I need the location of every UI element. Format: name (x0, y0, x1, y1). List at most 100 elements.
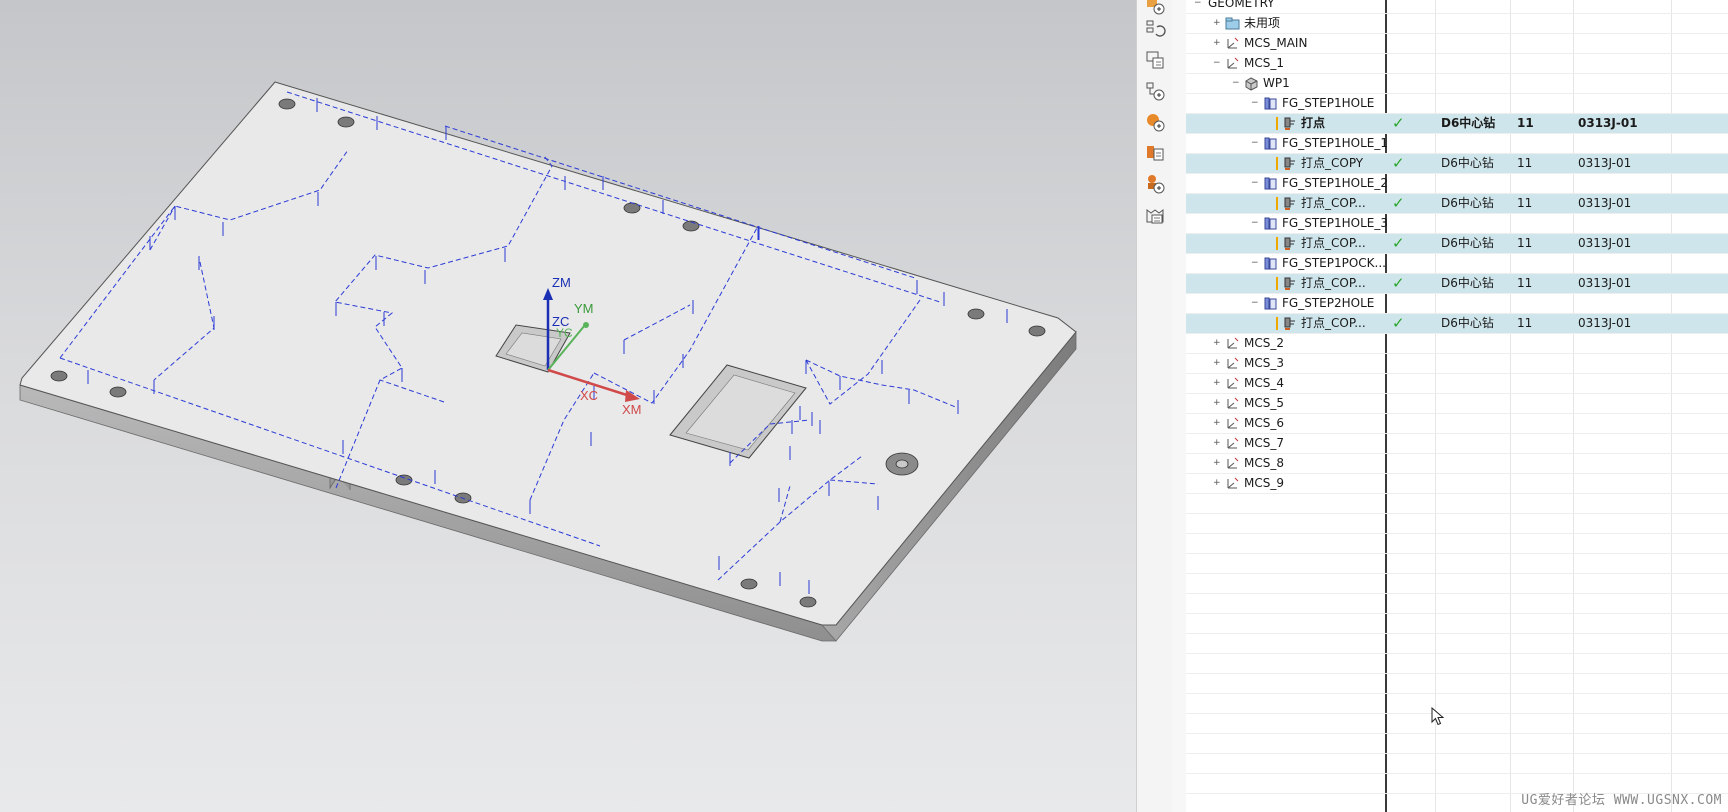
method-view-icon[interactable] (1141, 140, 1169, 166)
expand-toggle-icon[interactable]: − (1251, 299, 1259, 308)
part-model: ZM YM ZC YC XC XM (19, 81, 1077, 642)
drill-operation-icon (1284, 117, 1295, 130)
resource-toolbar (1136, 0, 1173, 812)
tree-row[interactable]: + MCS_8 (1186, 454, 1728, 474)
triad-label-xm: XM (622, 402, 642, 417)
operation-row[interactable]: 打点_COP... ✓ D6中心钻 11 0313J-01 (1186, 314, 1728, 334)
feature-group-icon (1264, 297, 1277, 310)
tree-row[interactable]: − FG_STEP1HOLE_2 (1186, 174, 1728, 194)
empty-row (1186, 714, 1728, 734)
operation-row[interactable]: 打点_COP... ✓ D6中心钻 11 0313J-01 (1186, 274, 1728, 294)
operation-navigator: − GEOMETRY + 未用项 + MCS_MAIN − MCS_1− WP1− FG_STEP… (1186, 0, 1728, 812)
expand-toggle-icon[interactable]: + (1213, 419, 1221, 428)
panel-divider[interactable] (1172, 0, 1187, 812)
triad-label-yc: YC (556, 326, 573, 340)
tree-row[interactable]: − FG_STEP1HOLE (1186, 94, 1728, 114)
machine-tool-icon[interactable] (1141, 202, 1169, 228)
program-cell: 0313J-01 (1578, 236, 1632, 250)
expand-toggle-icon[interactable]: + (1213, 379, 1221, 388)
tree-row[interactable]: − GEOMETRY (1186, 0, 1728, 14)
operation-row[interactable]: 打点_COP... ✓ D6中心钻 11 0313J-01 (1186, 194, 1728, 214)
regenerate-warning-icon (1276, 317, 1278, 330)
expand-toggle-icon[interactable]: − (1251, 259, 1259, 268)
tool-cell: D6中心钻 (1441, 236, 1494, 250)
expand-toggle-icon[interactable]: + (1213, 399, 1221, 408)
geometry-view-icon[interactable] (1141, 78, 1169, 104)
tree-row[interactable]: − WP1 (1186, 74, 1728, 94)
empty-row (1186, 494, 1728, 514)
tool-cell: D6中心钻 (1441, 116, 1496, 130)
expand-toggle-icon[interactable]: + (1213, 39, 1221, 48)
mcs-icon (1227, 397, 1239, 409)
tree-row[interactable]: + MCS_3 (1186, 354, 1728, 374)
tree-row[interactable]: + MCS_4 (1186, 374, 1728, 394)
status-check-icon: ✓ (1392, 194, 1405, 212)
tree-row[interactable]: − FG_STEP1HOLE_3 (1186, 214, 1728, 234)
expand-toggle-icon[interactable]: − (1251, 99, 1259, 108)
tree-item-label: MCS_2 (1244, 336, 1284, 350)
expand-toggle-icon[interactable]: − (1213, 59, 1221, 68)
regenerate-warning-icon (1276, 237, 1278, 250)
tree-item-label: MCS_3 (1244, 356, 1284, 370)
tree-item-label: MCS_8 (1244, 456, 1284, 470)
tree-item-label: MCS_MAIN (1244, 36, 1308, 50)
tree-item-label: 未用项 (1244, 16, 1281, 30)
feature-group-icon (1264, 217, 1277, 230)
tree-row[interactable]: + MCS_7 (1186, 434, 1728, 454)
refresh-icon[interactable] (1141, 16, 1169, 42)
expand-toggle-icon[interactable]: + (1213, 459, 1221, 468)
feature-group-icon (1264, 97, 1277, 110)
tree-item-label: MCS_9 (1244, 476, 1284, 490)
empty-row (1186, 734, 1728, 754)
mcs-icon (1227, 457, 1239, 469)
empty-row (1186, 654, 1728, 674)
tree-row[interactable]: + MCS_6 (1186, 414, 1728, 434)
tool-number-cell: 11 (1517, 276, 1533, 290)
tool-number-cell: 11 (1517, 196, 1533, 210)
create-method-icon[interactable] (1141, 171, 1169, 197)
expand-toggle-icon[interactable]: − (1194, 0, 1202, 8)
empty-row (1186, 754, 1728, 774)
tree-row[interactable]: − FG_STEP1POCK... (1186, 254, 1728, 274)
expand-toggle-icon[interactable]: + (1213, 439, 1221, 448)
empty-row (1186, 674, 1728, 694)
empty-row (1186, 594, 1728, 614)
tree-row[interactable]: − FG_STEP2HOLE (1186, 294, 1728, 314)
tree-item-label: MCS_7 (1244, 436, 1284, 450)
expand-toggle-icon[interactable]: + (1213, 359, 1221, 368)
tool-view-icon[interactable] (1141, 47, 1169, 73)
watermark: UG爱好者论坛 WWW.UGSNX.COM (1521, 793, 1722, 808)
tree-row[interactable]: + MCS_MAIN (1186, 34, 1728, 54)
tree-row[interactable]: − MCS_1 (1186, 54, 1728, 74)
expand-toggle-icon[interactable]: + (1213, 479, 1221, 488)
empty-row (1186, 634, 1728, 654)
expand-toggle-icon[interactable]: + (1213, 19, 1221, 28)
operation-row[interactable]: 打点_COP... ✓ D6中心钻 11 0313J-01 (1186, 234, 1728, 254)
expand-toggle-icon[interactable]: − (1251, 139, 1259, 148)
expand-toggle-icon[interactable]: − (1251, 179, 1259, 188)
feature-group-icon (1264, 137, 1277, 150)
tree-item-label: GEOMETRY (1208, 0, 1275, 10)
mcs-icon (1227, 417, 1239, 429)
tree-row[interactable]: − FG_STEP1HOLE_1 (1186, 134, 1728, 154)
expand-toggle-icon[interactable]: − (1232, 79, 1240, 88)
tree-row[interactable]: + MCS_2 (1186, 334, 1728, 354)
program-cell: 0313J-01 (1578, 196, 1632, 210)
empty-row (1186, 614, 1728, 634)
operation-row[interactable]: 打点 ✓ D6中心钻 11 0313J-01 (1186, 114, 1728, 134)
tree-row[interactable]: + MCS_5 (1186, 394, 1728, 414)
tree-row[interactable]: + MCS_9 (1186, 474, 1728, 494)
tree-item-label: FG_STEP1HOLE_1 (1282, 136, 1388, 150)
workpiece-icon (1245, 77, 1258, 91)
expand-toggle-icon[interactable]: − (1251, 219, 1259, 228)
triad-label-zm: ZM (552, 275, 571, 290)
expand-toggle-icon[interactable]: + (1213, 339, 1221, 348)
graphics-viewport[interactable]: ZM YM ZC YC XC XM (0, 0, 1136, 812)
tree-item-label: 打点_COP... (1301, 316, 1366, 330)
tree-item-label: FG_STEP2HOLE (1282, 296, 1375, 310)
create-tool-icon[interactable] (1141, 109, 1169, 135)
operation-row[interactable]: 打点_COPY ✓ D6中心钻 11 0313J-01 (1186, 154, 1728, 174)
drill-operation-icon (1284, 277, 1295, 290)
tree-row[interactable]: + 未用项 (1186, 14, 1728, 34)
mcs-icon (1227, 37, 1239, 49)
